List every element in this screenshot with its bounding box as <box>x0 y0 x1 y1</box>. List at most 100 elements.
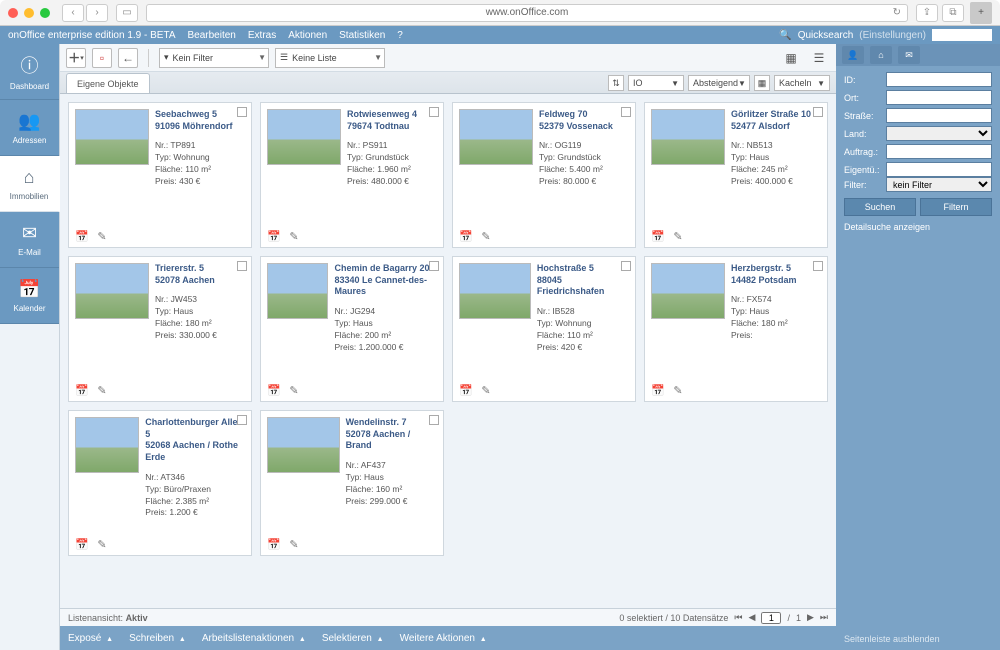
sort-field-select[interactable]: IO▼ <box>628 75 684 91</box>
calendar-icon[interactable]: 📅 <box>459 383 473 397</box>
calendar-icon[interactable]: 📅 <box>75 537 89 551</box>
edit-icon[interactable]: ✎ <box>287 383 301 397</box>
calendar-icon[interactable]: 📅 <box>267 383 281 397</box>
qs-input[interactable] <box>886 126 992 141</box>
action-weitere aktionen[interactable]: Weitere Aktionen ▲ <box>400 633 487 644</box>
sidebar-item-e-mail[interactable]: ✉E-Mail <box>0 212 59 268</box>
edit-icon[interactable]: ✎ <box>287 537 301 551</box>
sidebar-item-kalender[interactable]: 📅Kalender <box>0 268 59 324</box>
property-card[interactable]: Charlottenburger Allee 552068 Aachen / R… <box>68 410 252 556</box>
property-card[interactable]: Feldweg 7052379 Vossenack Nr.: OG119 Typ… <box>452 102 636 248</box>
calendar-icon[interactable]: 📅 <box>651 229 665 243</box>
next-page-button[interactable]: ▶ <box>807 612 814 623</box>
edit-icon[interactable]: ✎ <box>287 229 301 243</box>
property-card[interactable]: Görlitzer Straße 1052477 Alsdorf Nr.: NB… <box>644 102 828 248</box>
quicksearch-input[interactable] <box>932 29 992 41</box>
card-checkbox[interactable] <box>429 107 439 117</box>
menu-item[interactable]: Extras <box>248 30 276 41</box>
tab-eigene-objekte[interactable]: Eigene Objekte <box>66 73 150 93</box>
property-card[interactable]: Herzbergstr. 514482 Potsdam Nr.: FX574 T… <box>644 256 828 402</box>
qs-input[interactable] <box>886 162 992 177</box>
view-grouped-button[interactable]: ▦ <box>780 48 802 68</box>
edit-icon[interactable]: ✎ <box>95 229 109 243</box>
card-checkbox[interactable] <box>621 107 631 117</box>
card-checkbox[interactable] <box>621 261 631 271</box>
property-card[interactable]: Triererstr. 552078 Aachen Nr.: JW453 Typ… <box>68 256 252 402</box>
qs-input[interactable] <box>886 108 992 123</box>
menu-item[interactable]: Bearbeiten <box>188 30 236 41</box>
edit-icon[interactable]: ✎ <box>671 383 685 397</box>
last-page-button[interactable]: ⏭ <box>820 612 828 623</box>
first-page-button[interactable]: ⏮ <box>734 612 742 623</box>
close-window-icon[interactable] <box>8 8 18 18</box>
list-select[interactable]: ☰ Keine Liste ▼ <box>275 48 385 68</box>
action-schreiben[interactable]: Schreiben ▲ <box>129 633 186 644</box>
sidebar-button[interactable]: ▭ <box>116 4 138 22</box>
property-card[interactable]: Hochstraße 588045 Friedrichshafen Nr.: I… <box>452 256 636 402</box>
calendar-icon[interactable]: 📅 <box>75 383 89 397</box>
forward-button[interactable]: › <box>86 4 108 22</box>
minimize-window-icon[interactable] <box>24 8 34 18</box>
share-button[interactable]: ⇪ <box>916 4 938 22</box>
tabs-button[interactable]: ⧉ <box>942 4 964 22</box>
calendar-icon[interactable]: 📅 <box>267 229 281 243</box>
action-selektieren[interactable]: Selektieren ▲ <box>322 633 384 644</box>
view-select[interactable]: Kacheln▼ <box>774 75 830 91</box>
action-arbeitslistenaktionen[interactable]: Arbeitslistenaktionen ▲ <box>202 633 306 644</box>
sidebar-item-immobilien[interactable]: ⌂Immobilien <box>0 156 60 212</box>
property-card[interactable]: Rotwiesenweg 479674 Todtnau Nr.: PS911 T… <box>260 102 444 248</box>
edit-icon[interactable]: ✎ <box>95 383 109 397</box>
qs-search-button[interactable]: Suchen <box>844 198 916 216</box>
edit-icon[interactable]: ✎ <box>671 229 685 243</box>
sort-toggle[interactable]: ⇅ <box>608 75 624 91</box>
menu-item[interactable]: ? <box>397 30 403 41</box>
sort-dir-select[interactable]: Absteigend▼ <box>688 75 750 91</box>
view-list-button[interactable]: ☰ <box>808 48 830 68</box>
card-checkbox[interactable] <box>237 261 247 271</box>
cards-scroll[interactable]: Seebachweg 591096 Möhrendorf Nr.: TP891 … <box>60 94 836 608</box>
property-card[interactable]: Seebachweg 591096 Möhrendorf Nr.: TP891 … <box>68 102 252 248</box>
sidebar-item-adressen[interactable]: 👥Adressen <box>0 100 59 156</box>
maximize-window-icon[interactable] <box>40 8 50 18</box>
calendar-icon[interactable]: 📅 <box>459 229 473 243</box>
reload-icon[interactable]: ↻ <box>893 7 901 18</box>
calendar-icon[interactable]: 📅 <box>75 229 89 243</box>
qs-input[interactable] <box>886 90 992 105</box>
card-checkbox[interactable] <box>237 107 247 117</box>
edit-icon[interactable]: ✎ <box>479 229 493 243</box>
qs-input[interactable] <box>886 144 992 159</box>
qs-filter-select[interactable]: kein Filter <box>886 177 992 192</box>
card-checkbox[interactable] <box>429 415 439 425</box>
qs-hide-sidebar[interactable]: Seitenleiste ausblenden <box>836 628 1000 650</box>
qs-input[interactable] <box>886 72 992 87</box>
card-checkbox[interactable] <box>813 107 823 117</box>
qs-tab-home[interactable]: ⌂ <box>870 46 892 64</box>
property-card[interactable]: Chemin de Bagarry 20583340 Le Cannet-des… <box>260 256 444 402</box>
prev-page-button[interactable]: ◀ <box>749 612 756 623</box>
property-card[interactable]: Wendelinstr. 752078 Aachen / Brand Nr.: … <box>260 410 444 556</box>
edit-icon[interactable]: ✎ <box>95 537 109 551</box>
menu-item[interactable]: Statistiken <box>339 30 385 41</box>
new-tab-button[interactable]: + <box>970 2 992 24</box>
card-checkbox[interactable] <box>237 415 247 425</box>
menu-item[interactable]: Aktionen <box>288 30 327 41</box>
edit-icon[interactable]: ✎ <box>479 383 493 397</box>
back-button[interactable]: ‹ <box>62 4 84 22</box>
card-checkbox[interactable] <box>429 261 439 271</box>
calendar-icon[interactable]: 📅 <box>267 537 281 551</box>
view-mode-button[interactable]: ▦ <box>754 75 770 91</box>
add-button[interactable]: ＋▾ <box>66 48 86 68</box>
qs-detail-link[interactable]: Detailsuche anzeigen <box>836 222 1000 232</box>
calendar-icon[interactable]: 📅 <box>651 383 665 397</box>
url-bar[interactable]: www.onOffice.com ↻ <box>146 4 908 22</box>
qs-tab-mail[interactable]: ✉ <box>898 46 920 64</box>
delete-button[interactable]: ▫ <box>92 48 112 68</box>
filter-select[interactable]: ▾ Kein Filter ▼ <box>159 48 269 68</box>
back-button[interactable]: ← <box>118 48 138 68</box>
sidebar-item-dashboard[interactable]: ⓘDashboard <box>0 44 59 100</box>
qs-tab-user[interactable]: 👤 <box>842 46 864 64</box>
action-exposé[interactable]: Exposé ▲ <box>68 633 113 644</box>
qs-filter-button[interactable]: Filtern <box>920 198 992 216</box>
card-checkbox[interactable] <box>813 261 823 271</box>
page-input[interactable] <box>761 612 781 624</box>
